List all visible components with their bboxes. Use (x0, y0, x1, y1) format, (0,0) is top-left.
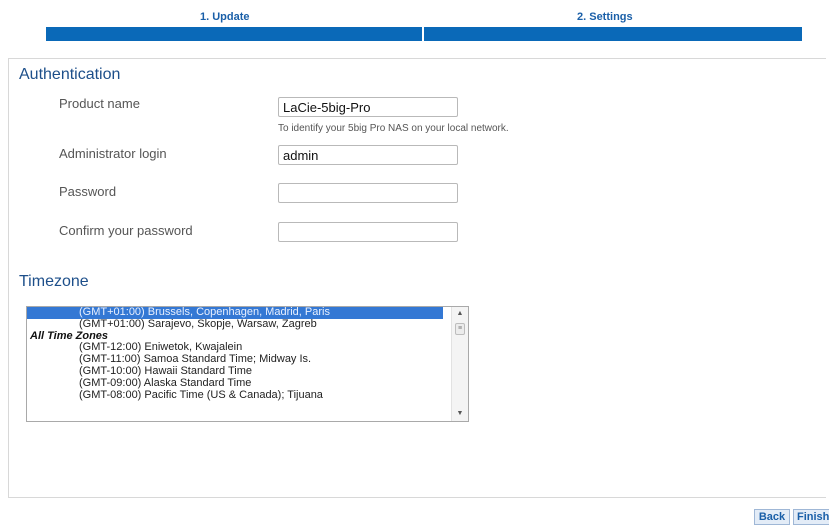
timezone-options: (GMT+01:00) Brussels, Copenhagen, Madrid… (27, 307, 443, 401)
step-settings-progress-bar (424, 27, 802, 41)
step-update-label: 1. Update (200, 11, 250, 23)
finish-button[interactable]: Finish (793, 509, 829, 525)
chevron-up-icon[interactable]: ▲ (452, 308, 468, 320)
timezone-option[interactable]: (GMT-09:00) Alaska Standard Time (27, 377, 443, 390)
confirm-password-label: Confirm your password (59, 223, 193, 238)
confirm-password-input[interactable] (278, 222, 458, 242)
admin-login-input[interactable] (278, 145, 458, 165)
password-label: Password (59, 184, 117, 199)
timezone-listbox[interactable]: (GMT+01:00) Brussels, Copenhagen, Madrid… (26, 306, 469, 422)
timezone-option[interactable]: (GMT-10:00) Hawaii Standard Time (27, 365, 443, 378)
product-name-input[interactable] (278, 97, 458, 117)
setup-wizard: 1. Update 2. Settings Authentication Pro… (0, 0, 829, 525)
product-name-hint: To identify your 5big Pro NAS on your lo… (278, 123, 509, 134)
timezone-option[interactable]: (GMT+01:00) Sarajevo, Skopje, Warsaw, Za… (27, 318, 443, 331)
authentication-title: Authentication (19, 66, 121, 83)
step-update-progress-bar (46, 27, 422, 41)
grip-icon[interactable]: ≡ (455, 323, 465, 335)
password-input[interactable] (278, 183, 458, 203)
admin-login-label: Administrator login (59, 146, 167, 161)
product-name-label: Product name (59, 96, 140, 111)
back-button[interactable]: Back (754, 509, 790, 525)
chevron-down-icon[interactable]: ▼ (452, 408, 468, 420)
timezone-title: Timezone (19, 273, 89, 290)
settings-panel: Authentication Product name To identify … (8, 58, 826, 498)
timezone-option[interactable]: (GMT-08:00) Pacific Time (US & Canada); … (27, 389, 443, 402)
wizard-steps: 1. Update 2. Settings (46, 8, 802, 44)
timezone-scrollbar[interactable]: ▲ ≡ ▼ (451, 307, 468, 421)
step-settings-label: 2. Settings (577, 11, 633, 23)
